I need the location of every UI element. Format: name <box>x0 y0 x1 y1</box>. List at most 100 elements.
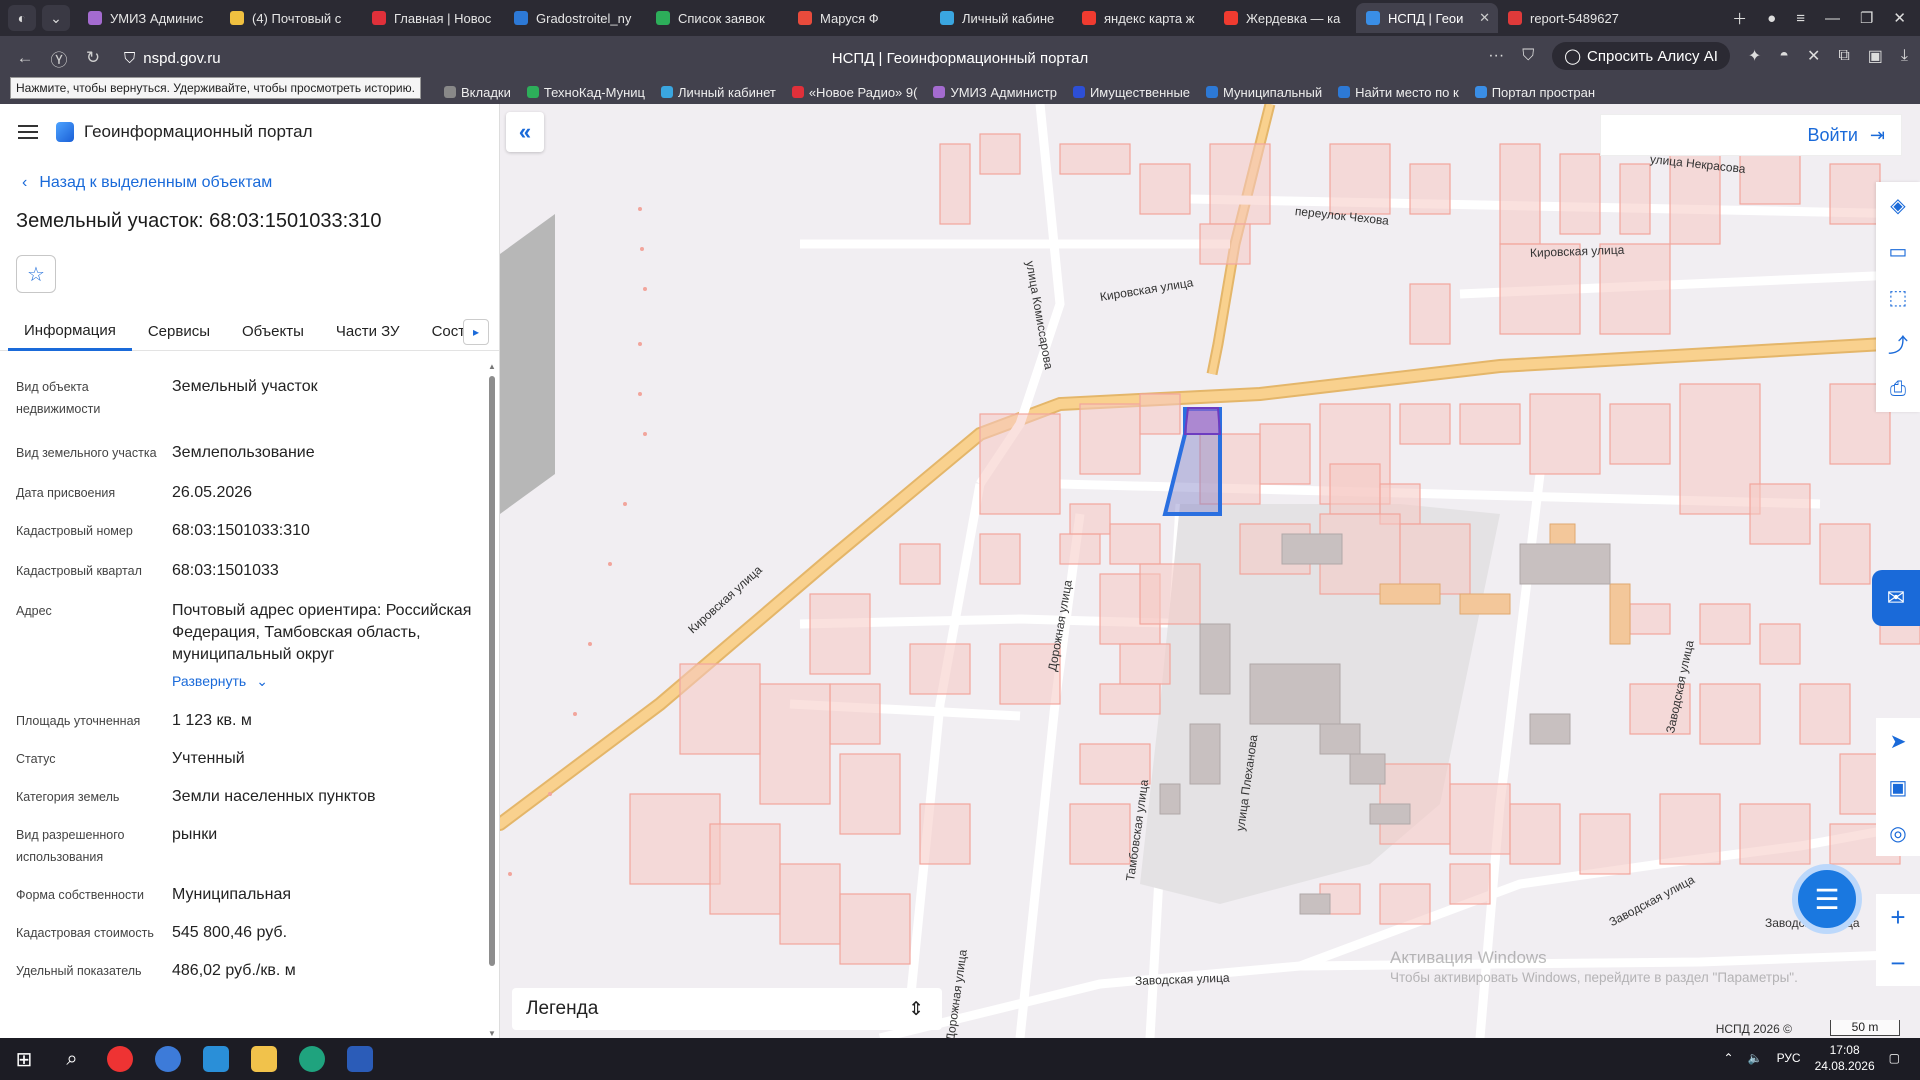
map-area[interactable]: Кировская улица Кировская улица Кировска… <box>500 104 1920 1038</box>
land-parcel[interactable] <box>1799 683 1851 745</box>
land-parcel[interactable] <box>779 863 841 945</box>
more-icon[interactable]: ··· <box>1488 47 1504 65</box>
browser-tab[interactable]: Маруся Ф <box>788 3 930 33</box>
taskbar-edge[interactable] <box>288 1038 336 1080</box>
bookmark-item[interactable]: ТехноКад-Муниц <box>526 85 645 100</box>
land-parcel[interactable] <box>939 143 971 225</box>
taskbar-yandex[interactable] <box>96 1038 144 1080</box>
land-parcel[interactable] <box>1409 283 1451 345</box>
land-parcel[interactable] <box>1259 423 1311 485</box>
tabs-dropdown-icon[interactable]: ⌄ <box>42 5 70 31</box>
land-parcel-special[interactable] <box>1379 583 1441 605</box>
land-parcel[interactable] <box>1459 403 1521 445</box>
taskbar-browser[interactable] <box>144 1038 192 1080</box>
map-canvas[interactable] <box>500 104 1920 1038</box>
expand-address-link[interactable]: Развернуть ⌄ <box>172 670 472 692</box>
sync-icon[interactable]: ✕ <box>1807 46 1820 66</box>
puzzle-icon[interactable]: ⧉ <box>1838 47 1849 65</box>
land-parcel[interactable] <box>1209 143 1271 225</box>
menu-burger-icon[interactable] <box>18 125 38 139</box>
bookmark-item[interactable]: Портал простран <box>1474 85 1595 100</box>
land-parcel[interactable] <box>1609 403 1671 465</box>
zoom-out-button[interactable]: − <box>1876 940 1920 986</box>
chat-button[interactable]: ☰ <box>1792 864 1862 934</box>
land-parcel[interactable] <box>1139 393 1181 435</box>
url-field[interactable]: ⛉ nspd.gov.ru <box>124 50 221 67</box>
browser-tab[interactable]: Список заявок <box>646 3 788 33</box>
geolocation-icon[interactable]: ➤ <box>1876 718 1920 764</box>
land-parcel[interactable] <box>1619 163 1651 235</box>
bookmark-item[interactable]: УМИЗ Администр <box>933 85 1057 100</box>
bookmark-item[interactable]: «Новое Радио» 9( <box>791 85 917 100</box>
land-parcel[interactable] <box>1449 783 1511 855</box>
back-nav-icon[interactable]: ← <box>8 43 42 73</box>
land-parcel[interactable] <box>1559 153 1601 235</box>
scroll-down-icon[interactable]: ▼ <box>488 1029 496 1038</box>
land-parcel[interactable] <box>759 683 831 805</box>
land-parcel[interactable] <box>809 593 871 675</box>
land-parcel[interactable] <box>629 793 721 885</box>
land-parcel[interactable] <box>899 543 941 585</box>
land-parcel[interactable] <box>679 663 761 755</box>
land-parcel[interactable] <box>1449 863 1491 905</box>
land-parcel-special[interactable] <box>1609 583 1631 645</box>
alice-button[interactable]: ◯ Спросить Алису AI <box>1552 42 1730 70</box>
zoom-in-button[interactable]: + <box>1876 894 1920 940</box>
land-parcel[interactable] <box>1499 143 1541 245</box>
land-parcel[interactable] <box>709 823 781 915</box>
layers-icon[interactable]: ◈ <box>1876 182 1920 228</box>
land-parcel[interactable] <box>1069 503 1111 535</box>
tabs-next-button[interactable]: ▸ <box>463 319 489 345</box>
land-parcel[interactable] <box>1529 393 1601 475</box>
land-parcel[interactable] <box>909 643 971 695</box>
basemap-icon[interactable]: ▣ <box>1876 764 1920 810</box>
vpn-icon[interactable]: ◓ <box>1779 47 1789 65</box>
land-parcel[interactable] <box>839 753 901 835</box>
notifications-icon[interactable]: ▢ <box>1889 1051 1900 1065</box>
land-parcel[interactable] <box>1069 803 1131 865</box>
land-parcel[interactable] <box>1379 883 1431 925</box>
minimize-button[interactable]: — <box>1825 10 1840 27</box>
select-area-icon[interactable]: ⬚ <box>1876 274 1920 320</box>
back-to-selection-link[interactable]: ‹ Назад к выделенным объектам <box>22 174 499 192</box>
collections-icon[interactable]: ▣ <box>1868 46 1883 66</box>
land-parcel[interactable] <box>1699 683 1761 745</box>
land-parcel[interactable] <box>979 413 1061 515</box>
land-parcel[interactable] <box>1409 163 1451 215</box>
browser-tab[interactable]: (4) Почтовый с <box>220 3 362 33</box>
bookmark-item[interactable]: Муниципальный <box>1206 85 1322 100</box>
land-parcel[interactable] <box>1109 523 1161 565</box>
panel-tab[interactable]: Информация <box>8 313 132 351</box>
feedback-side-button[interactable]: ✉ <box>1872 570 1920 626</box>
land-parcel[interactable] <box>1829 163 1881 225</box>
land-parcel[interactable] <box>1329 463 1381 515</box>
land-parcel[interactable] <box>829 683 881 745</box>
land-parcel[interactable] <box>1759 623 1801 665</box>
taskbar-store[interactable] <box>192 1038 240 1080</box>
bookmark-item[interactable]: Найти место по к <box>1338 85 1459 100</box>
land-parcel[interactable] <box>979 533 1021 585</box>
reload-icon[interactable]: ↻ <box>76 43 110 73</box>
browser-tab[interactable]: Gradostroitel_ny <box>504 3 646 33</box>
browser-tab[interactable]: Главная | Новос <box>362 3 504 33</box>
bookmark-item[interactable]: Имущественные <box>1072 85 1190 100</box>
land-parcel[interactable] <box>1079 403 1141 475</box>
collapse-panel-button[interactable]: « <box>506 112 544 152</box>
land-parcel[interactable] <box>1749 483 1811 545</box>
tab-actions-icon[interactable]: ◐ <box>8 5 36 31</box>
browser-tab[interactable]: НСПД | Геои ✕ <box>1356 3 1498 33</box>
profile-icon[interactable]: ● <box>1767 10 1776 27</box>
yandex-icon[interactable]: Ⓨ <box>42 43 76 73</box>
bookmark-icon[interactable]: ⛉ <box>1522 47 1534 65</box>
share-icon[interactable]: ⤴ <box>1876 320 1920 366</box>
search-location-icon[interactable]: ◎ <box>1876 810 1920 856</box>
land-parcel[interactable] <box>1509 803 1561 865</box>
downloads-icon[interactable]: ⤓ <box>1901 47 1908 65</box>
land-parcel[interactable] <box>1059 533 1101 565</box>
land-parcel[interactable] <box>919 803 971 865</box>
land-parcel[interactable] <box>1139 563 1201 625</box>
land-parcel[interactable] <box>1329 143 1391 215</box>
login-button[interactable]: Войти ⇥ <box>1600 114 1902 156</box>
close-tab-icon[interactable]: ✕ <box>1479 10 1490 26</box>
land-parcel[interactable] <box>1819 523 1871 585</box>
